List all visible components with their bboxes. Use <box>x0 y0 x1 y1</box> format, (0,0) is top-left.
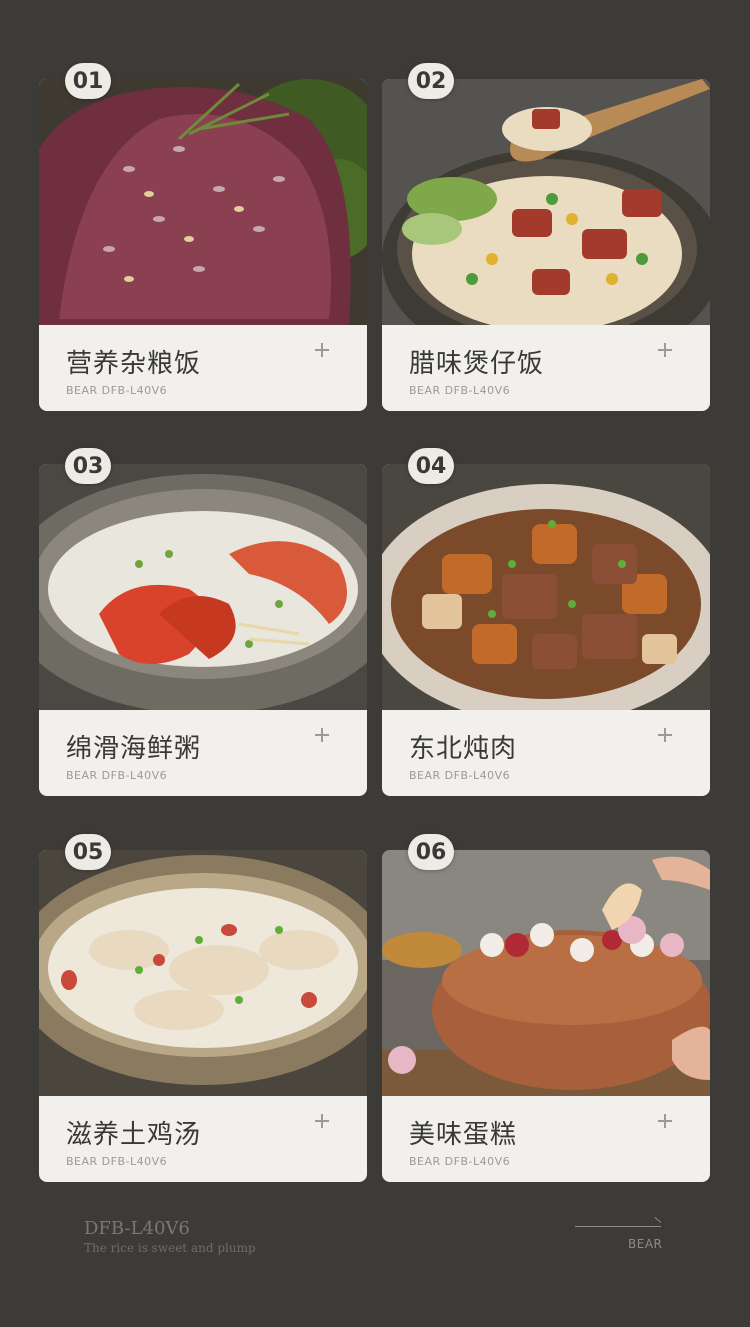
card-number-badge: 05 <box>65 834 111 870</box>
dish-photo-claypot-rice <box>382 79 710 325</box>
recipe-card-6[interactable]: 06 美味蛋糕 BEAR DFB-L40V6 <box>382 834 710 1182</box>
plus-icon[interactable] <box>658 728 672 742</box>
model-label: BEAR DFB-L40V6 <box>409 384 511 397</box>
dish-title: 东北炖肉 <box>409 734 518 764</box>
footer-slogan: The rice is sweet and plump <box>84 1241 256 1255</box>
card-number-badge: 02 <box>408 63 454 99</box>
arrow-line-icon <box>575 1226 661 1227</box>
recipe-card-4[interactable]: 04 东北炖肉 BEAR DFB-L40V6 <box>382 448 710 796</box>
dish-photo-cake <box>382 850 710 1096</box>
footer-model: DFB-L40V6 <box>84 1218 190 1239</box>
dish-photo-multigrain-rice <box>39 79 367 325</box>
model-label: BEAR DFB-L40V6 <box>409 1155 511 1168</box>
dish-title: 绵滑海鲜粥 <box>66 734 202 764</box>
plus-icon[interactable] <box>315 728 329 742</box>
plus-icon[interactable] <box>315 343 329 357</box>
card-number-badge: 03 <box>65 448 111 484</box>
dish-photo-braised-pork <box>382 464 710 710</box>
recipe-card-1[interactable]: 01 营养杂粮饭 BEAR DFB-L40V6 <box>39 63 367 411</box>
dish-title: 营养杂粮饭 <box>66 349 202 379</box>
model-label: BEAR DFB-L40V6 <box>66 1155 168 1168</box>
recipe-card-3[interactable]: 03 绵滑海鲜粥 BEAR DFB-L40V6 <box>39 448 367 796</box>
card-number-badge: 01 <box>65 63 111 99</box>
dish-photo-chicken-soup <box>39 850 367 1096</box>
card-number-badge: 06 <box>408 834 454 870</box>
dish-photo-seafood-congee <box>39 464 367 710</box>
plus-icon[interactable] <box>315 1114 329 1128</box>
plus-icon[interactable] <box>658 1114 672 1128</box>
dish-title: 腊味煲仔饭 <box>409 349 545 379</box>
footer-brand: BEAR <box>628 1237 663 1251</box>
plus-icon[interactable] <box>658 343 672 357</box>
model-label: BEAR DFB-L40V6 <box>66 769 168 782</box>
model-label: BEAR DFB-L40V6 <box>66 384 168 397</box>
dish-title: 滋养土鸡汤 <box>66 1120 202 1150</box>
recipe-card-2[interactable]: 02 腊味煲仔饭 BEAR DFB-L40V6 <box>382 63 710 411</box>
dish-title: 美味蛋糕 <box>409 1120 518 1150</box>
recipe-card-5[interactable]: 05 滋养土鸡汤 BEAR DFB-L40V6 <box>39 834 367 1182</box>
model-label: BEAR DFB-L40V6 <box>409 769 511 782</box>
card-number-badge: 04 <box>408 448 454 484</box>
